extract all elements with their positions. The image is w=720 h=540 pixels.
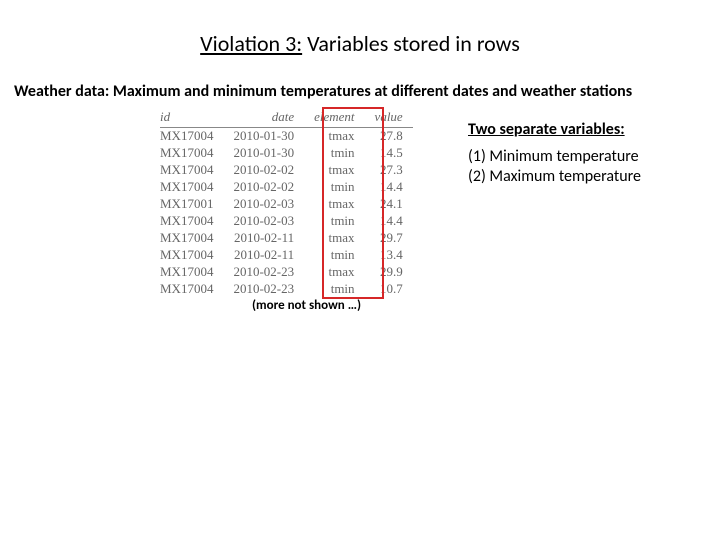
table-cell: 2010-02-03 <box>223 196 304 213</box>
table-cell: MX17004 <box>160 162 223 179</box>
table-cell: 2010-02-23 <box>223 264 304 281</box>
table-cell: 2010-02-11 <box>223 230 304 247</box>
table-header-cell: date <box>223 108 304 128</box>
table-cell: MX17004 <box>160 128 223 145</box>
table-cell: MX17004 <box>160 281 223 298</box>
title-rest: Variables stored in rows <box>302 30 520 57</box>
more-not-shown-note: (more not shown …) <box>252 298 361 313</box>
table-cell: 2010-02-03 <box>223 213 304 230</box>
table-cell: 2010-01-30 <box>223 145 304 162</box>
table-cell: 2010-02-02 <box>223 162 304 179</box>
annotation-item: (2) Maximum temperature <box>468 167 641 187</box>
table-cell: MX17004 <box>160 145 223 162</box>
slide-subtitle: Weather data: Maximum and minimum temper… <box>14 82 714 101</box>
element-column-highlight <box>322 107 384 299</box>
table-header-cell: id <box>160 108 223 128</box>
table-cell: MX17004 <box>160 179 223 196</box>
annotation-heading: Two separate variables: <box>468 120 641 139</box>
annotation-item: (1) Minimum temperature <box>468 147 641 167</box>
table-cell: MX17004 <box>160 247 223 264</box>
table-cell: 2010-02-23 <box>223 281 304 298</box>
title-prefix: Violation 3: <box>200 30 302 57</box>
table-cell: 2010-02-02 <box>223 179 304 196</box>
table-cell: 2010-02-11 <box>223 247 304 264</box>
slide-title: Violation 3: Variables stored in rows <box>0 30 720 57</box>
table-cell: MX17004 <box>160 230 223 247</box>
table-cell: MX17001 <box>160 196 223 213</box>
table-cell: 2010-01-30 <box>223 128 304 145</box>
table-cell: MX17004 <box>160 264 223 281</box>
annotation-block: Two separate variables: (1) Minimum temp… <box>468 120 641 187</box>
table-cell: MX17004 <box>160 213 223 230</box>
